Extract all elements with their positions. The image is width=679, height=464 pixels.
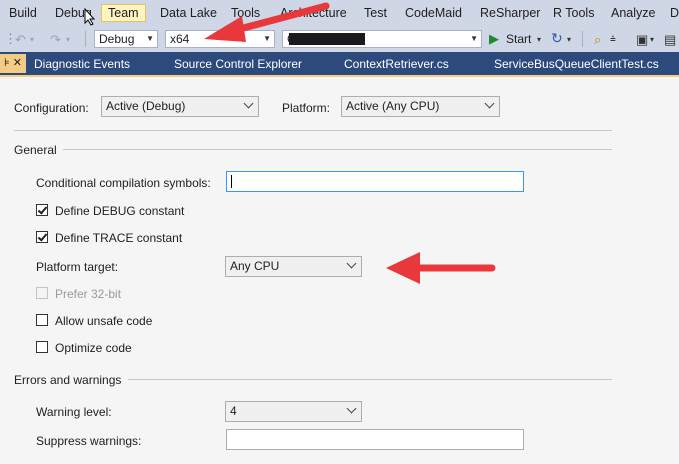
annotation-arrows	[204, 2, 496, 284]
arrow-to-platform-target-icon	[386, 252, 496, 284]
arrow-to-platform-icon	[204, 2, 330, 42]
